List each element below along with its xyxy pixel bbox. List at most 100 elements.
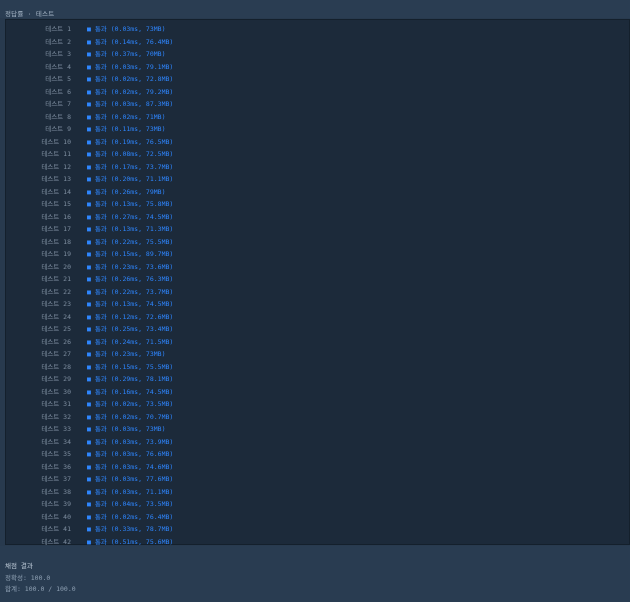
test-result: ■ 통과 (0.03ms, 73MB) [87, 25, 166, 33]
test-label: 테스트 36 [41, 462, 71, 471]
test-row: 테스트 15 ■ 통과 (0.13ms, 75.8MB) [6, 198, 626, 210]
test-label: 테스트 16 [41, 212, 71, 221]
test-row: 테스트 39 ■ 통과 (0.04ms, 73.5MB) [6, 498, 626, 510]
test-result: ■ 통과 (0.24ms, 71.5MB) [87, 337, 174, 346]
test-label: 테스트 28 [41, 362, 71, 371]
test-label: 테스트 19 [41, 250, 71, 258]
test-row: 테스트 33 ■ 통과 (0.03ms, 73MB) [6, 423, 626, 435]
test-row: 테스트 35 ■ 통과 (0.03ms, 76.6MB) [6, 448, 626, 460]
test-row: 테스트 12 ■ 통과 (0.17ms, 73.7MB) [6, 161, 626, 173]
test-label: 테스트 33 [41, 425, 71, 433]
test-label: 테스트 15 [41, 200, 71, 208]
test-result: ■ 통과 (0.03ms, 71.1MB) [87, 487, 174, 496]
test-result: ■ 통과 (0.02ms, 76.4MB) [87, 512, 174, 521]
test-label: 테스트 32 [41, 412, 71, 421]
test-row: 테스트 24 ■ 통과 (0.12ms, 72.6MB) [6, 311, 626, 323]
test-label: 테스트 11 [41, 150, 71, 158]
test-row: 테스트 25 ■ 통과 (0.25ms, 73.4MB) [6, 323, 626, 335]
test-result: ■ 통과 (0.03ms, 76.6MB) [87, 450, 174, 458]
test-row: 테스트 28 ■ 통과 (0.15ms, 75.5MB) [6, 361, 626, 373]
test-row: 테스트 10 ■ 통과 (0.19ms, 76.5MB) [6, 136, 626, 148]
test-result: ■ 통과 (0.03ms, 73.9MB) [87, 437, 174, 446]
test-result: ■ 통과 (0.22ms, 73.7MB) [87, 287, 174, 296]
test-row: 테스트 27 ■ 통과 (0.23ms, 73MB) [6, 348, 626, 360]
test-result: ■ 통과 (0.29ms, 78.1MB) [87, 375, 174, 383]
test-label: 테스트 2 [45, 37, 71, 46]
test-row: 테스트 18 ■ 통과 (0.22ms, 75.5MB) [6, 236, 626, 248]
score-title: 채점 결과 [5, 562, 33, 570]
test-result: ■ 통과 (0.02ms, 71MB) [87, 112, 166, 121]
test-row: 테스트 31 ■ 통과 (0.02ms, 73.5MB) [6, 398, 626, 410]
test-result: ■ 통과 (0.11ms, 73MB) [87, 125, 166, 133]
test-label: 테스트 27 [41, 350, 71, 358]
test-result: ■ 통과 (0.03ms, 74.6MB) [87, 462, 174, 471]
test-row: 테스트 4 ■ 통과 (0.03ms, 79.1MB) [6, 61, 626, 73]
test-row: 테스트 38 ■ 통과 (0.03ms, 71.1MB) [6, 486, 626, 498]
test-label: 테스트 7 [45, 100, 71, 108]
score-footer: 채점 결과 정확성: 100.0 합계: 100.0 / 100.0 [0, 546, 630, 602]
test-result: ■ 통과 (0.25ms, 73.4MB) [87, 325, 174, 333]
test-row: 테스트 32 ■ 통과 (0.02ms, 70.7MB) [6, 411, 626, 423]
test-label: 테스트 23 [41, 300, 71, 308]
test-label: 테스트 6 [45, 87, 71, 96]
test-result: ■ 통과 (0.03ms, 77.6MB) [87, 475, 174, 483]
test-label: 테스트 1 [45, 25, 71, 33]
test-row: 테스트 14 ■ 통과 (0.26ms, 79MB) [6, 186, 626, 198]
header-bar: 정답률 · 테스트 [0, 0, 630, 18]
test-result: ■ 통과 (0.37ms, 70MB) [87, 50, 166, 58]
test-result: ■ 통과 (0.20ms, 71.1MB) [87, 175, 174, 183]
test-result: ■ 통과 (0.02ms, 72.8MB) [87, 75, 174, 83]
test-label: 테스트 42 [41, 537, 71, 546]
test-row: 테스트 6 ■ 통과 (0.02ms, 79.2MB) [6, 86, 626, 98]
test-result: ■ 통과 (0.13ms, 74.5MB) [87, 300, 174, 308]
header-title: 정답률 · 테스트 [5, 10, 55, 18]
test-result: ■ 통과 (0.03ms, 87.3MB) [87, 100, 174, 108]
test-label: 테스트 22 [41, 287, 71, 296]
test-row: 테스트 5 ■ 통과 (0.02ms, 72.8MB) [6, 73, 626, 85]
test-result: ■ 통과 (0.03ms, 79.1MB) [87, 62, 174, 71]
test-label: 테스트 8 [45, 112, 71, 121]
test-label: 테스트 35 [41, 450, 71, 458]
test-row: 테스트 7 ■ 통과 (0.03ms, 87.3MB) [6, 98, 626, 110]
test-label: 테스트 25 [41, 325, 71, 333]
test-result: ■ 통과 (0.27ms, 74.5MB) [87, 212, 174, 221]
test-row: 테스트 37 ■ 통과 (0.03ms, 77.6MB) [6, 473, 626, 485]
test-label: 테스트 9 [45, 125, 71, 133]
test-row: 테스트 34 ■ 통과 (0.03ms, 73.9MB) [6, 436, 626, 448]
test-row: 테스트 29 ■ 통과 (0.29ms, 78.1MB) [6, 373, 626, 385]
test-label: 테스트 4 [45, 62, 71, 71]
test-result: ■ 통과 (0.26ms, 76.3MB) [87, 275, 174, 283]
test-label: 테스트 29 [41, 375, 71, 383]
test-result: ■ 통과 (0.22ms, 75.5MB) [87, 237, 174, 246]
test-row: 테스트 40 ■ 통과 (0.02ms, 76.4MB) [6, 511, 626, 523]
test-row: 테스트 36 ■ 통과 (0.03ms, 74.6MB) [6, 461, 626, 473]
test-row: 테스트 41 ■ 통과 (0.33ms, 78.7MB) [6, 523, 626, 535]
test-label: 테스트 37 [41, 475, 71, 483]
test-result: ■ 통과 (0.15ms, 75.5MB) [87, 362, 174, 371]
test-label: 테스트 3 [45, 50, 71, 58]
test-result: ■ 통과 (0.14ms, 76.4MB) [87, 37, 174, 46]
test-row: 테스트 20 ■ 통과 (0.23ms, 73.6MB) [6, 261, 626, 273]
test-label: 테스트 17 [41, 225, 71, 233]
test-label: 테스트 39 [41, 500, 71, 508]
test-row: 테스트 17 ■ 통과 (0.13ms, 71.3MB) [6, 223, 626, 235]
test-label: 테스트 26 [41, 337, 71, 346]
test-result: ■ 통과 (0.03ms, 73MB) [87, 425, 166, 433]
test-row: 테스트 30 ■ 통과 (0.16ms, 74.5MB) [6, 386, 626, 398]
test-label: 테스트 34 [41, 437, 71, 446]
test-result: ■ 통과 (0.12ms, 72.6MB) [87, 312, 174, 321]
test-row: 테스트 2 ■ 통과 (0.14ms, 76.4MB) [6, 36, 626, 48]
test-result: ■ 통과 (0.15ms, 89.7MB) [87, 250, 174, 258]
test-result: ■ 통과 (0.19ms, 76.5MB) [87, 137, 174, 146]
test-label: 테스트 10 [41, 137, 71, 146]
test-row: 테스트 1 ■ 통과 (0.03ms, 73MB) [6, 23, 626, 35]
test-row: 테스트 16 ■ 통과 (0.27ms, 74.5MB) [6, 211, 626, 223]
test-result: ■ 통과 (0.04ms, 73.5MB) [87, 500, 174, 508]
test-results-panel[interactable]: 테스트 1 ■ 통과 (0.03ms, 73MB) 테스트 2 ■ 통과 (0.14m… [5, 19, 630, 546]
test-label: 테스트 30 [41, 387, 71, 396]
test-label: 테스트 31 [41, 400, 71, 408]
test-label: 테스트 41 [41, 525, 71, 533]
test-row: 테스트 21 ■ 통과 (0.26ms, 76.3MB) [6, 273, 626, 285]
test-label: 테스트 12 [41, 162, 71, 171]
test-result: ■ 통과 (0.23ms, 73.6MB) [87, 262, 174, 271]
